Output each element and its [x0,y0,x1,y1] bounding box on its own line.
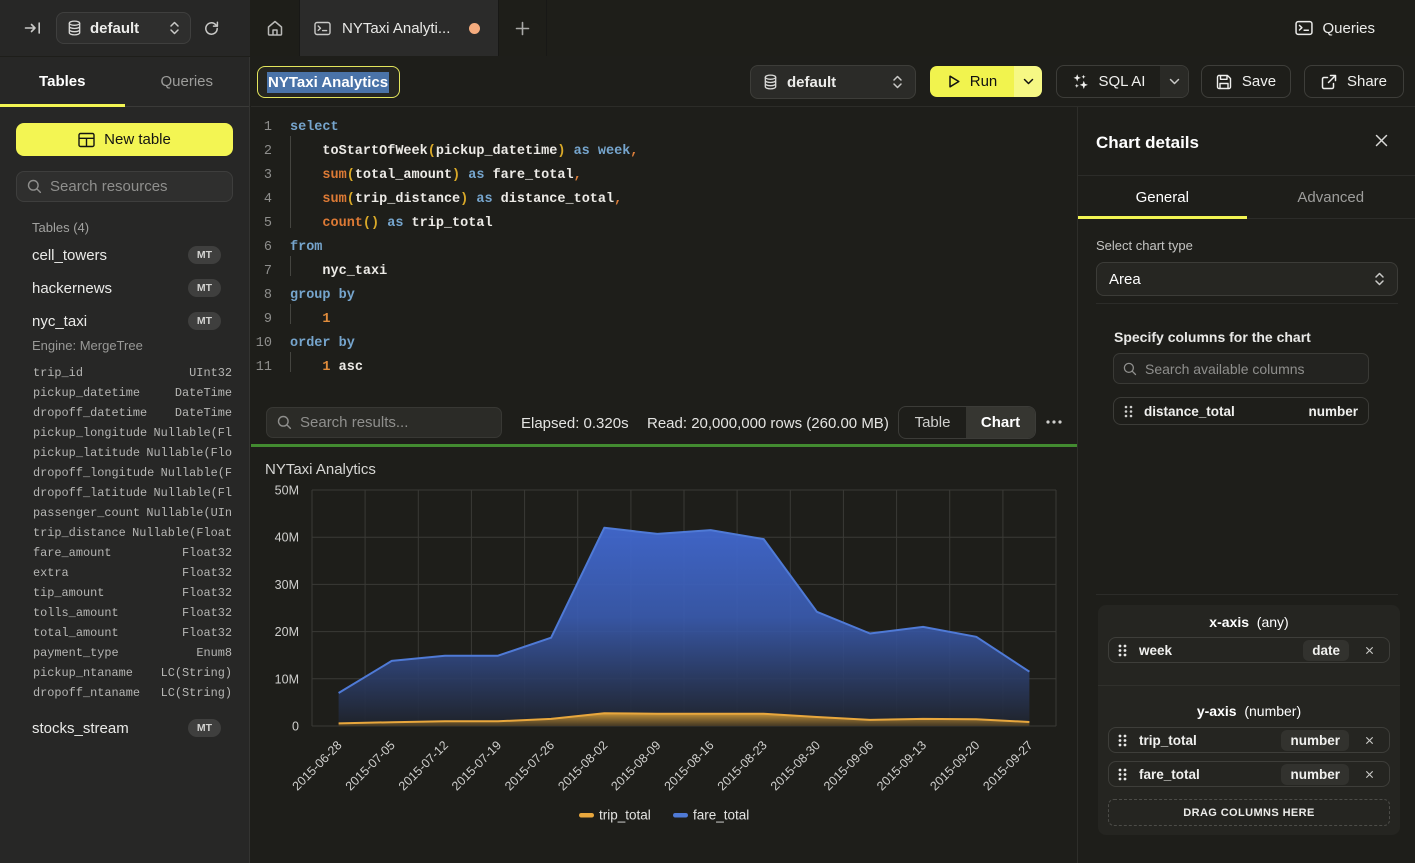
svg-text:2015-08-23: 2015-08-23 [715,738,770,793]
svg-text:2015-07-05: 2015-07-05 [343,738,398,793]
svg-text:2015-08-16: 2015-08-16 [662,738,717,793]
svg-text:NYTaxi Analytics: NYTaxi Analytics [265,461,376,478]
svg-text:2015-09-06: 2015-09-06 [821,738,876,793]
svg-text:2015-07-19: 2015-07-19 [449,738,504,793]
svg-text:2015-09-27: 2015-09-27 [980,738,1035,793]
svg-text:20M: 20M [275,625,299,639]
svg-text:30M: 30M [275,578,299,592]
svg-text:fare_total: fare_total [693,808,749,823]
svg-text:40M: 40M [275,531,299,545]
svg-text:2015-07-12: 2015-07-12 [396,738,451,793]
svg-text:2015-08-09: 2015-08-09 [608,738,663,793]
svg-text:trip_total: trip_total [599,808,651,823]
svg-text:2015-08-30: 2015-08-30 [768,738,823,793]
svg-text:2015-07-26: 2015-07-26 [502,738,557,793]
svg-text:2015-09-13: 2015-09-13 [874,738,929,793]
svg-text:0: 0 [292,720,299,734]
svg-text:2015-06-28: 2015-06-28 [290,738,345,793]
svg-text:10M: 10M [275,672,299,686]
svg-text:2015-08-02: 2015-08-02 [555,738,610,793]
svg-text:50M: 50M [275,484,299,498]
svg-text:2015-09-20: 2015-09-20 [927,738,982,793]
